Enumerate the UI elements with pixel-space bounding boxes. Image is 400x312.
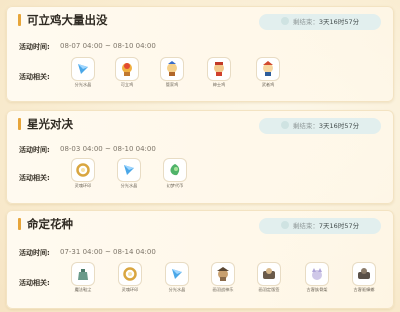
item-name: 管家鸡 [165,82,179,87]
related-item[interactable]: 幻梦代币 [161,159,189,189]
related-item[interactable]: 分光水晶 [163,263,191,293]
related-item[interactable]: 古客族骨架 [303,263,331,293]
pet-icon [116,58,138,80]
clock-icon [280,221,289,229]
event-card-3[interactable]: 命定花种 剩结束：7天16时57分 活动时间: 07-31 04:00 ~ 08… [6,210,394,309]
crystal-icon [118,159,140,181]
item-name: 幻梦代币 [166,183,184,188]
ring-icon [72,159,94,181]
related-item[interactable]: 绅士鸡 [205,58,233,88]
ring-icon [119,263,141,285]
event-card-2[interactable]: 星光对决 剩结束：3天16时57分 活动时间: 08-03 04:00 ~ 08… [6,110,394,204]
item-name: 绅士鸡 [212,82,226,87]
pet-icon [353,263,375,285]
countdown-badge: 剩结束：3天16时57分 [259,118,381,134]
item-name: 灵魂环印 [74,183,92,188]
countdown-badge: 剩结束：7天16时57分 [259,218,381,234]
item-name: 画羽定版签 [258,287,280,292]
event-card-1[interactable]: 可立鸡大量出没 剩结束：3天16时57分 活动时间: 08-07 04:00 ~… [6,6,394,102]
item-name: 可立鸡 [120,82,134,87]
related-item[interactable]: 画羽定版签 [255,263,283,293]
clock-icon [280,121,289,129]
related-item[interactable]: 古客驱蟑螂 [350,263,378,293]
time-value: 08-03 04:00 ~ 08-10 04:00 [60,145,156,153]
item-name: 画羽战神乐 [212,287,234,292]
title-accent-bar [18,14,21,26]
event-title: 星光对决 [27,117,73,131]
pet-icon [257,58,279,80]
countdown-label: 剩结束： [292,18,319,26]
countdown-badge: 剩结束：3天16时57分 [259,14,381,30]
clock-icon [280,17,289,25]
item-name: 古客族骨架 [306,287,328,292]
item-name: 古客驱蟑螂 [353,287,375,292]
item-name: 魔法鞋尘 [74,287,92,292]
pet-icon [306,263,328,285]
item-name: 分光水晶 [120,183,138,188]
item-name: 分光水晶 [168,287,186,292]
related-item[interactable]: 灵魂环印 [116,263,144,293]
countdown-value: 3天16时57分 [318,122,360,130]
related-item[interactable]: 武者鸡 [254,58,282,88]
crystal-icon [72,58,94,80]
countdown-value: 7天16时57分 [318,222,360,230]
related-item[interactable]: 可立鸡 [113,58,141,88]
title-accent-bar [18,118,21,130]
event-title: 可立鸡大量出没 [27,13,108,27]
pet-icon [212,263,234,285]
title-accent-bar [18,218,21,230]
countdown-label: 剩结束： [292,122,319,130]
related-item[interactable]: 魔法鞋尘 [69,263,97,293]
time-label: 活动时间: [19,146,50,154]
bag-icon [72,263,94,285]
time-label: 活动时间: [19,43,50,51]
time-value: 07-31 04:00 ~ 08-14 04:00 [60,248,156,256]
token-icon [164,159,186,181]
crystal-icon [166,263,188,285]
related-item[interactable]: 管家鸡 [158,58,186,88]
item-name: 分光水晶 [74,82,92,87]
pet-icon [161,58,183,80]
event-title: 命定花种 [27,217,73,231]
item-name: 武者鸡 [261,82,275,87]
time-value: 08-07 04:00 ~ 08-10 04:00 [60,42,156,50]
pet-icon [208,58,230,80]
related-label: 活动相关: [19,174,50,182]
time-label: 活动时间: [19,249,50,257]
related-label: 活动相关: [19,279,50,287]
related-item[interactable]: 分光水晶 [115,159,143,189]
related-item[interactable]: 画羽战神乐 [209,263,237,293]
countdown-value: 3天16时57分 [318,18,360,26]
countdown-label: 剩结束： [292,222,319,230]
related-item[interactable]: 分光水晶 [69,58,97,88]
pet-icon [258,263,280,285]
related-label: 活动相关: [19,73,50,81]
item-name: 灵魂环印 [121,287,139,292]
related-item[interactable]: 灵魂环印 [69,159,97,189]
